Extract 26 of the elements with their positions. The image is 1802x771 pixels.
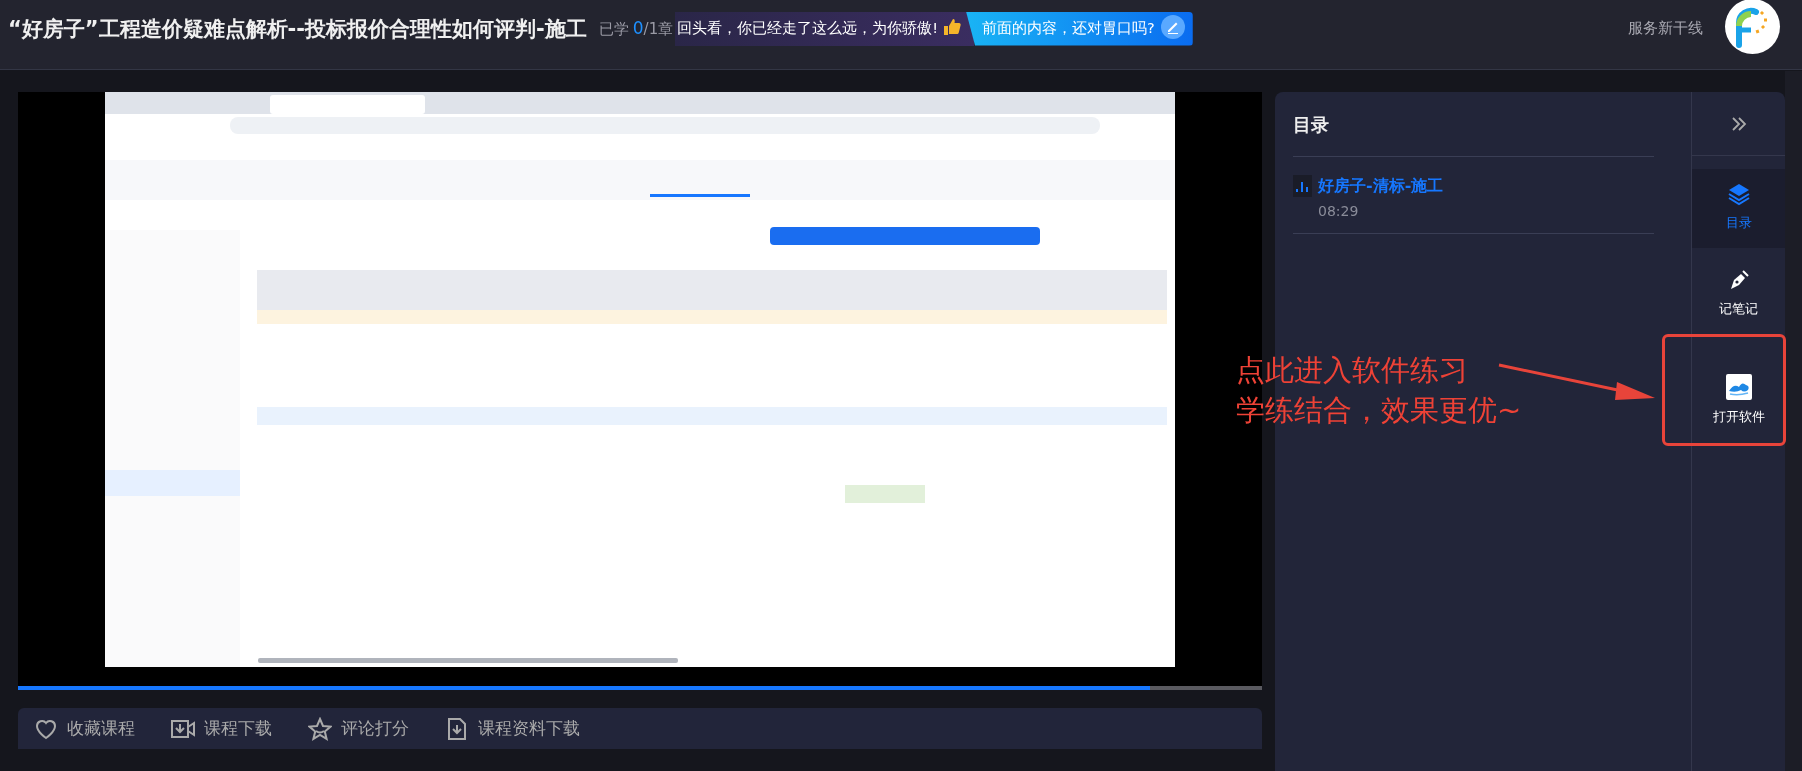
file-download-icon <box>445 716 469 741</box>
side-tab[interactable]: 目录 <box>1692 169 1785 248</box>
course-title: “好房子”工程造价疑难点解析--投标报价合理性如何评判-施工 <box>8 15 587 43</box>
progress-count: 0 <box>632 18 644 38</box>
pencil-icon <box>1160 15 1185 39</box>
chapter-duration: 08:29 <box>1318 203 1360 219</box>
banner-message: 回头看，你已经走了这么远，为你骄傲! <box>677 19 939 38</box>
double-chevron-icon <box>1730 115 1747 132</box>
chapter-title[interactable]: 好房子-清标-施工 <box>1318 175 1444 197</box>
star-icon <box>308 716 332 741</box>
action-link[interactable]: 课程资料下载 <box>445 716 580 741</box>
progress-total: /1章 <box>643 20 674 39</box>
action-link[interactable]: 收藏课程 <box>34 716 135 741</box>
software-icon <box>1725 374 1752 400</box>
side-tab[interactable]: 记笔记 <box>1692 248 1785 334</box>
progress-label: 已学 <box>598 20 629 39</box>
annotation-text: 点此进入软件练习 <box>1236 352 1469 389</box>
thumbs-up-icon <box>942 17 963 37</box>
service-link[interactable]: 服务新干线 <box>1628 19 1703 38</box>
action-link[interactable]: 评论打分 <box>308 716 409 741</box>
layers-icon <box>1726 182 1751 206</box>
annotation-text: 学练结合，效果更优~ <box>1236 392 1522 429</box>
panel-title: 目录 <box>1293 92 1654 157</box>
side-tab[interactable]: 打开软件 <box>1692 334 1785 426</box>
action-link[interactable]: 课程下载 <box>171 716 272 741</box>
app-logo[interactable] <box>1725 0 1780 54</box>
